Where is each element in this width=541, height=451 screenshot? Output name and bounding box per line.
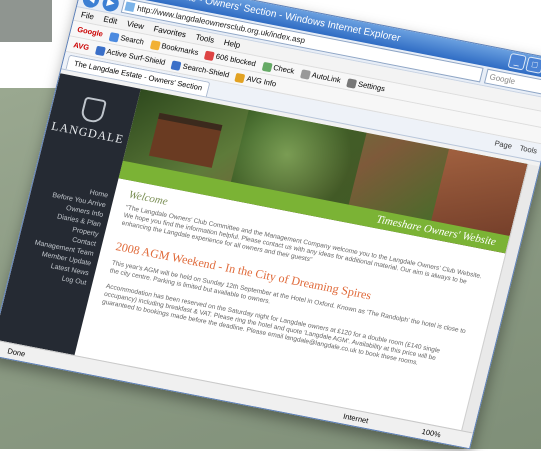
- crest-icon: [79, 96, 108, 124]
- star-icon: [149, 39, 161, 51]
- forward-button[interactable]: ▶: [100, 0, 121, 13]
- info-icon: [234, 72, 246, 83]
- search-icon: [108, 31, 120, 43]
- link-icon: [299, 68, 311, 80]
- site-brand: LANGDALE: [50, 118, 126, 147]
- avg-logo: AVG: [72, 40, 91, 53]
- shield-icon: [170, 59, 182, 71]
- check-icon: [261, 61, 273, 72]
- tools-menu[interactable]: Tools: [519, 143, 538, 155]
- back-button[interactable]: ◀: [81, 0, 101, 9]
- maximize-button[interactable]: □: [525, 56, 541, 74]
- shield-icon: [94, 45, 106, 56]
- browser-scene: The Langdale Estate - Owners' Section - …: [0, 0, 541, 450]
- minimize-button[interactable]: _: [507, 52, 527, 71]
- menu-edit[interactable]: Edit: [102, 13, 119, 28]
- page-menu[interactable]: Page: [494, 139, 513, 151]
- cabin-image: [148, 112, 223, 168]
- menu-file[interactable]: File: [80, 8, 96, 23]
- background-grey-block: [0, 0, 52, 42]
- block-icon: [204, 50, 216, 61]
- page-icon: [124, 1, 136, 13]
- wrench-icon: [346, 77, 358, 89]
